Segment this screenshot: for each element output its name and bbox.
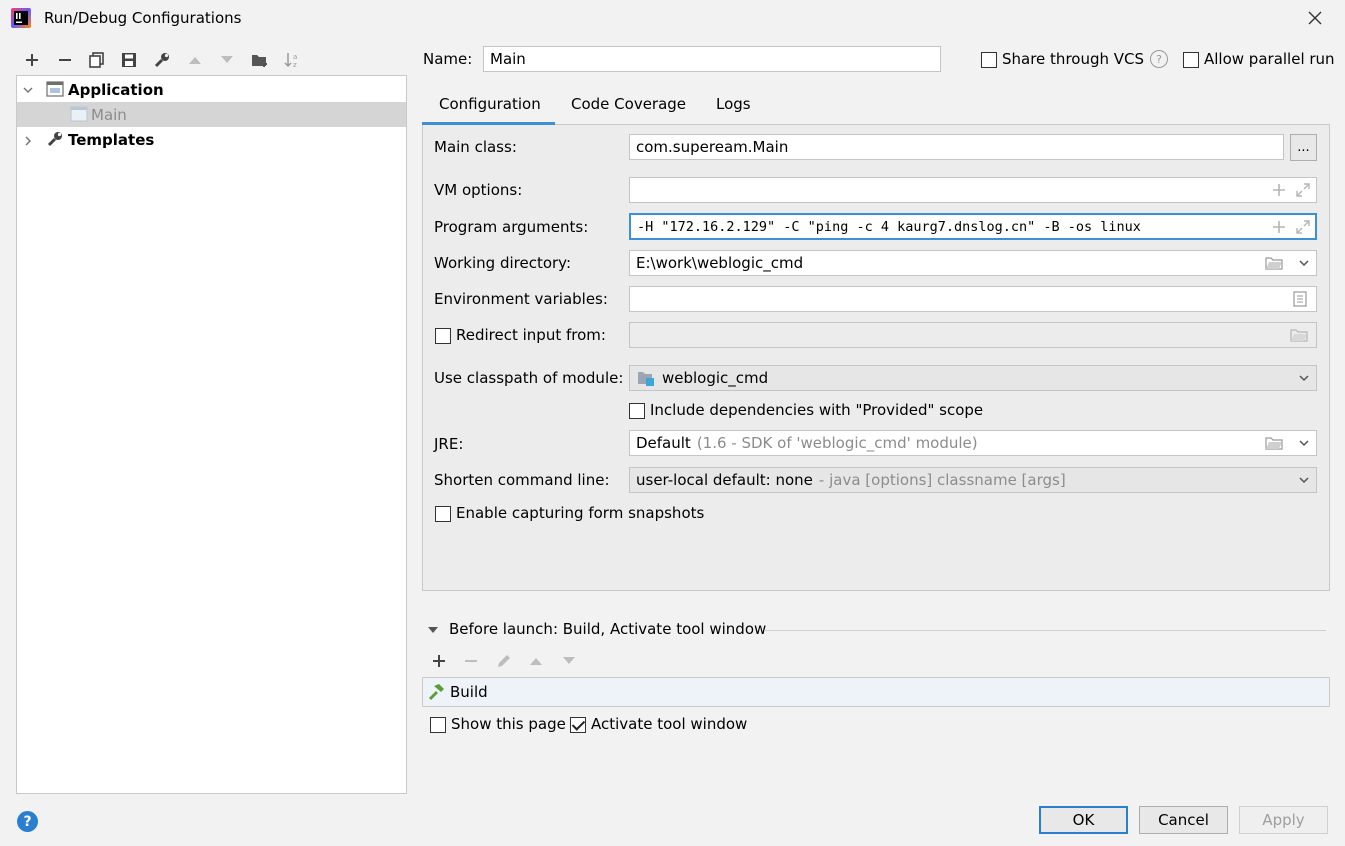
add-icon[interactable] [1270, 181, 1288, 199]
chevron-down-icon[interactable] [1295, 434, 1313, 452]
move-up-icon[interactable] [184, 49, 206, 71]
application-icon [46, 81, 64, 101]
vm-options-input[interactable] [629, 177, 1317, 203]
wrench-icon [47, 131, 63, 151]
redirect-input-field [629, 322, 1317, 348]
collapse-triangle-icon[interactable] [424, 621, 442, 639]
main-class-input[interactable]: com.supeream.Main [629, 134, 1284, 160]
folder-icon[interactable] [1265, 434, 1283, 452]
jre-value: Default [636, 434, 691, 452]
allow-parallel-checkbox[interactable] [1183, 52, 1199, 68]
show-this-page-checkbox[interactable] [430, 717, 446, 733]
include-dependencies-checkbox[interactable] [629, 403, 645, 419]
wrench-icon[interactable] [151, 49, 173, 71]
tree-item-templates[interactable]: Templates [17, 127, 406, 152]
new-folder-icon[interactable] [249, 49, 271, 71]
apply-button[interactable]: Apply [1239, 806, 1328, 834]
chevron-down-icon[interactable] [1295, 254, 1313, 272]
save-icon[interactable] [118, 49, 140, 71]
folder-icon[interactable] [1265, 254, 1283, 272]
before-launch-task-build[interactable]: Build [422, 677, 1330, 707]
tab-logs[interactable]: Logs [716, 95, 751, 113]
form-snapshots-label: Enable capturing form snapshots [456, 504, 705, 522]
tree-item-main[interactable]: Main [17, 102, 406, 127]
form-snapshots-checkbox[interactable] [435, 506, 451, 522]
tab-code-coverage[interactable]: Code Coverage [571, 95, 686, 113]
copy-icon[interactable] [86, 49, 108, 71]
name-label: Name: [423, 50, 473, 68]
add-icon[interactable] [1270, 218, 1288, 236]
chevron-down-icon[interactable] [1295, 471, 1313, 489]
redirect-input-checkbox[interactable] [435, 328, 451, 344]
redirect-input-label: Redirect input from: [456, 326, 606, 344]
class-icon [70, 106, 88, 126]
move-down-icon[interactable] [560, 652, 578, 670]
main-class-label: Main class: [434, 138, 517, 156]
share-vcs-label: Share through VCS [1002, 50, 1145, 68]
sort-icon[interactable]: az [281, 49, 303, 71]
svg-text:z: z [293, 61, 297, 69]
before-launch-title: Before launch: Build, Activate tool wind… [449, 620, 767, 638]
tree-item-label: Main [91, 105, 127, 124]
active-tab-indicator [422, 122, 555, 125]
shorten-value: user-local default: none [636, 471, 813, 489]
working-directory-label: Working directory: [434, 254, 572, 272]
vm-options-label: VM options: [434, 181, 523, 199]
working-directory-input[interactable]: E:\work\weblogic_cmd [629, 250, 1317, 276]
allow-parallel-label: Allow parallel run [1204, 50, 1335, 68]
cancel-button[interactable]: Cancel [1139, 806, 1228, 834]
expand-icon[interactable] [1294, 218, 1312, 236]
tree-item-label: Application [68, 80, 164, 99]
environment-variables-input[interactable] [629, 286, 1317, 312]
configuration-tree[interactable]: Application Main Templates [16, 75, 407, 794]
remove-icon[interactable] [54, 49, 76, 71]
module-folder-icon [637, 369, 655, 387]
show-this-page-label: Show this page [451, 715, 566, 733]
window-title: Run/Debug Configurations [44, 9, 242, 27]
jre-hint: (1.6 - SDK of 'weblogic_cmd' module) [696, 434, 978, 452]
folder-icon [1290, 326, 1308, 344]
help-icon[interactable]: ? [17, 811, 38, 832]
document-icon[interactable] [1291, 290, 1309, 308]
include-dependencies-label: Include dependencies with "Provided" sco… [650, 401, 984, 419]
close-icon[interactable] [1303, 6, 1327, 30]
classpath-module-label: Use classpath of module: [434, 369, 624, 387]
expand-icon[interactable] [1294, 181, 1312, 199]
name-input[interactable]: Main [483, 46, 941, 72]
title-bar: Run/Debug Configurations [0, 0, 1345, 38]
intellij-logo-icon [11, 8, 31, 28]
tab-configuration[interactable]: Configuration [439, 95, 541, 113]
task-label: Build [450, 683, 488, 701]
chevron-right-icon[interactable] [22, 133, 34, 151]
edit-icon[interactable] [495, 652, 513, 670]
ok-button[interactable]: OK [1039, 806, 1128, 834]
activate-tool-window-label: Activate tool window [591, 715, 748, 733]
chevron-down-icon[interactable] [1295, 369, 1313, 387]
environment-variables-label: Environment variables: [434, 290, 608, 308]
add-icon[interactable] [430, 652, 448, 670]
jre-select[interactable]: Default (1.6 - SDK of 'weblogic_cmd' mod… [629, 430, 1317, 456]
classpath-module-select[interactable]: weblogic_cmd [629, 365, 1317, 391]
jre-label: JRE: [434, 435, 464, 453]
help-icon[interactable]: ? [1150, 50, 1168, 68]
tree-item-label: Templates [68, 130, 155, 149]
move-down-icon[interactable] [216, 49, 238, 71]
activate-tool-window-checkbox[interactable] [570, 717, 586, 733]
tree-item-application[interactable]: Application [17, 77, 406, 102]
hammer-icon [427, 683, 445, 705]
separator [764, 630, 1326, 631]
shorten-command-line-select[interactable]: user-local default: none - java [options… [629, 467, 1317, 493]
share-vcs-checkbox[interactable] [981, 52, 997, 68]
remove-icon[interactable] [462, 652, 480, 670]
svg-text:a: a [293, 53, 297, 61]
program-arguments-input[interactable]: -H "172.16.2.129" -C "ping -c 4 kaurg7.d… [629, 213, 1317, 240]
add-icon[interactable] [21, 49, 43, 71]
program-arguments-label: Program arguments: [434, 218, 589, 236]
shorten-command-line-label: Shorten command line: [434, 471, 610, 489]
shorten-hint: - java [options] classname [args] [818, 471, 1066, 489]
chevron-down-icon[interactable] [22, 82, 34, 100]
browse-main-class-button[interactable]: ... [1290, 134, 1317, 161]
move-up-icon[interactable] [527, 652, 545, 670]
